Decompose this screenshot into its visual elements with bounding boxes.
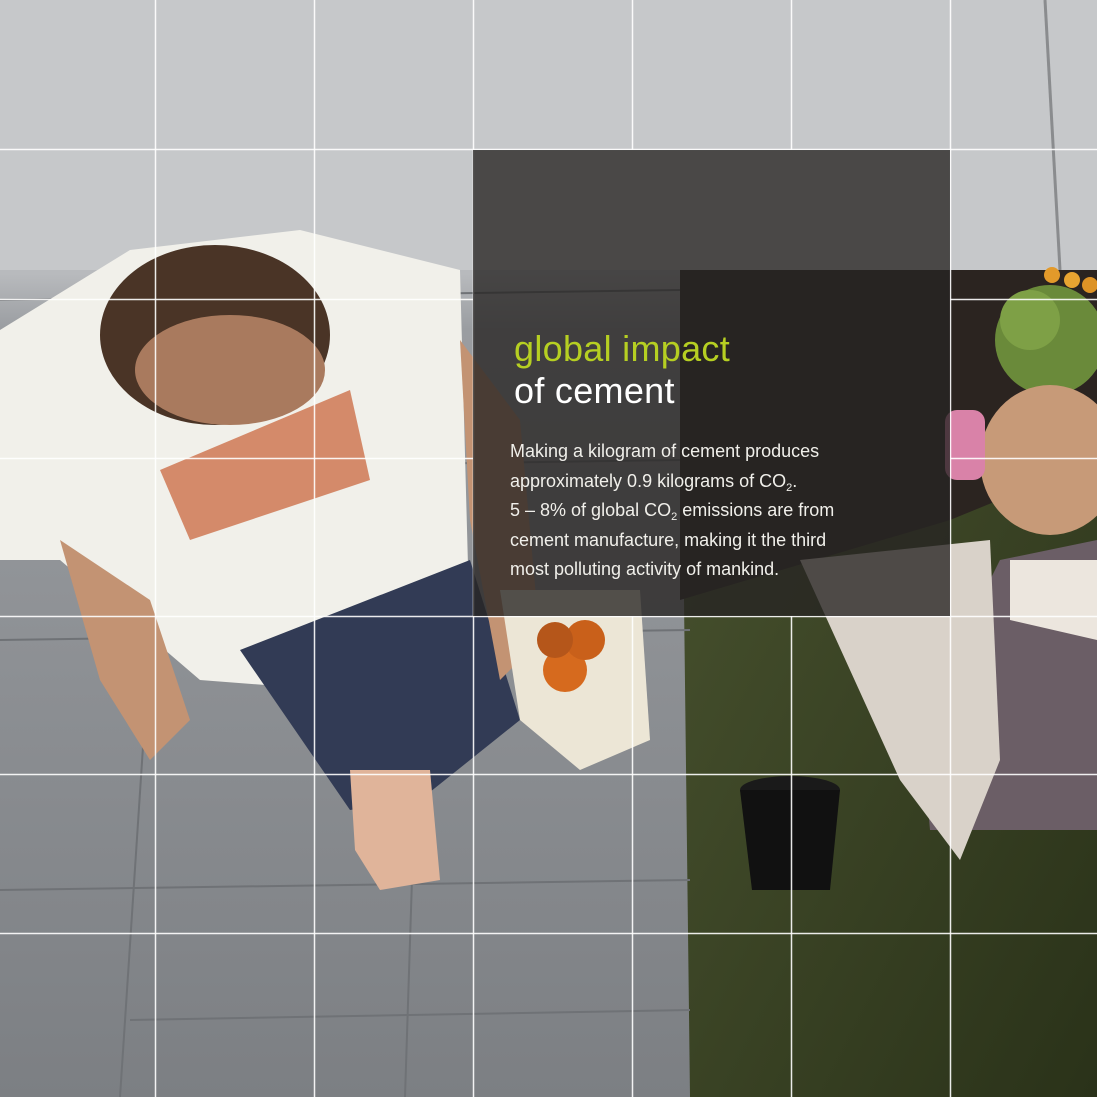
body-line-2: approximately 0.9 kilograms of CO2.	[510, 470, 798, 494]
body-line-1: Making a kilogram of cement produces	[510, 441, 820, 461]
plant-pot	[740, 776, 840, 890]
body-line-4: cement manufacture, making it the third	[510, 529, 827, 550]
body-line-3: 5 – 8% of global CO2 emissions are from	[510, 500, 835, 523]
headline: global impact of cement	[514, 328, 730, 412]
body-paragraph: Making a kilogram of cement produces app…	[510, 437, 910, 585]
body-line-5: most polluting activity of mankind.	[510, 559, 780, 579]
headline-main: of cement	[514, 370, 675, 411]
info-panel: global impact of cement Making a kilogra…	[473, 150, 950, 616]
headline-accent: global impact	[514, 328, 731, 369]
